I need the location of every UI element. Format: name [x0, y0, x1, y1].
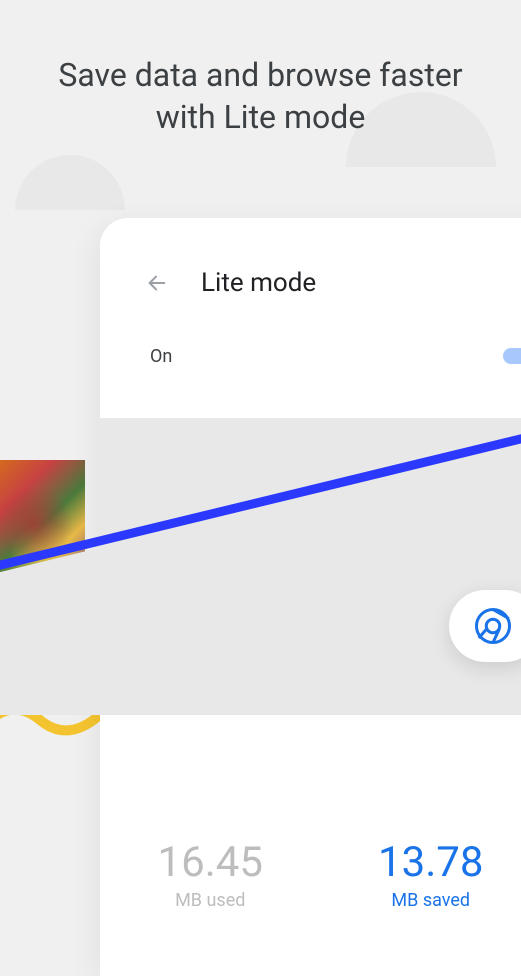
chrome-icon [475, 608, 511, 644]
stat-mb-saved: 13.78 MB saved [378, 842, 484, 911]
chrome-button[interactable] [449, 590, 521, 662]
card-title: Lite mode [201, 268, 316, 298]
cloud-decoration-left [15, 155, 125, 210]
headline: Save data and browse faster with Lite mo… [0, 55, 521, 138]
mb-saved-label: MB saved [378, 890, 484, 911]
back-arrow-icon[interactable] [145, 271, 169, 295]
card-header: Lite mode [100, 218, 521, 333]
toggle-row: On [100, 333, 521, 369]
stat-mb-used: 16.45 MB used [158, 842, 264, 911]
data-chart-line [0, 415, 521, 715]
toggle-label: On [150, 346, 172, 367]
mb-used-value: 16.45 [158, 842, 264, 884]
mb-used-label: MB used [158, 890, 264, 911]
mb-saved-value: 13.78 [378, 842, 484, 884]
lite-mode-toggle[interactable] [503, 343, 521, 369]
stats-area: 16.45 MB used 13.78 MB saved [100, 812, 521, 976]
